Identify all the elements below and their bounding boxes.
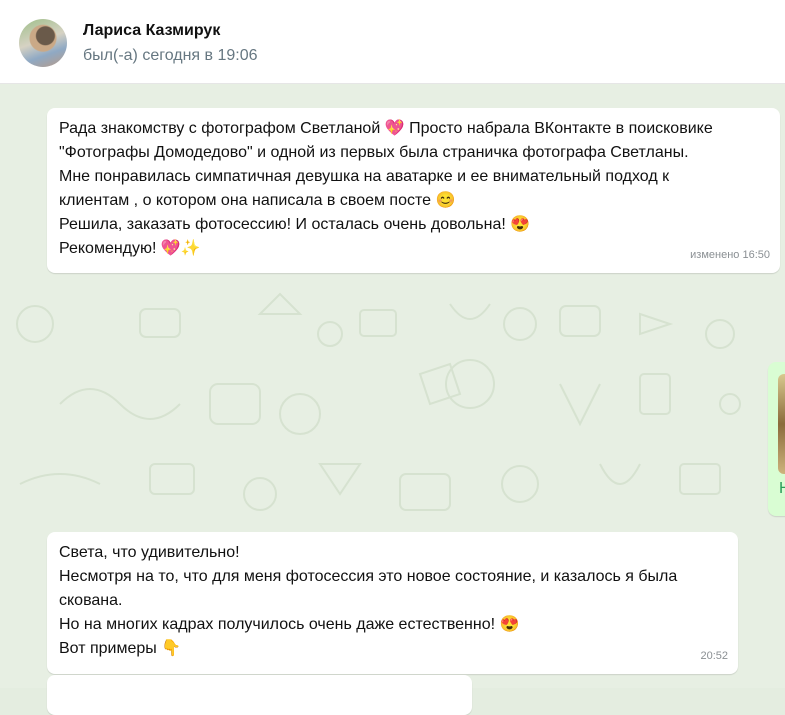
message-line: скована. xyxy=(59,592,123,609)
photo-thumbnail[interactable] xyxy=(778,374,785,474)
message-line: Рекомендую! 💖✨ xyxy=(59,240,201,257)
media-caption: Н xyxy=(779,480,785,497)
message-line: Света, что удивительно! xyxy=(59,544,240,561)
message-line: Но на многих кадрах получилось очень даж… xyxy=(59,616,520,633)
message-line: Мне понравилась симпатичная девушка на а… xyxy=(59,168,670,185)
message-line: клиентам , о котором она написала в свое… xyxy=(59,192,456,209)
message-line: Решила, заказать фотосессию! И осталась … xyxy=(59,216,531,233)
contact-avatar[interactable] xyxy=(19,19,67,67)
contact-name[interactable]: Лариса Казмирук xyxy=(83,22,220,40)
message-line: Несмотря на то, что для меня фотосессия … xyxy=(59,568,678,585)
message-line: "Фотографы Домодедово" и одной из первых… xyxy=(59,144,689,161)
message-line: Рада знакомству с фотографом Светланой 💖… xyxy=(59,120,713,137)
message-line: Вот примеры 👇 xyxy=(59,640,182,657)
contact-status: был(-а) сегодня в 19:06 xyxy=(83,47,258,64)
message-timestamp: 20:52 xyxy=(700,650,728,662)
message-timestamp: изменено 16:50 xyxy=(690,249,770,261)
outgoing-media-message[interactable]: Н xyxy=(768,362,785,516)
chat-header[interactable]: Лариса Казмирук был(-а) сегодня в 19:06 xyxy=(0,0,785,84)
incoming-message[interactable]: Рада знакомству с фотографом Светланой 💖… xyxy=(47,108,780,273)
incoming-message-partial[interactable] xyxy=(47,675,472,715)
incoming-message[interactable]: Света, что удивительно! Несмотря на то, … xyxy=(47,532,738,674)
